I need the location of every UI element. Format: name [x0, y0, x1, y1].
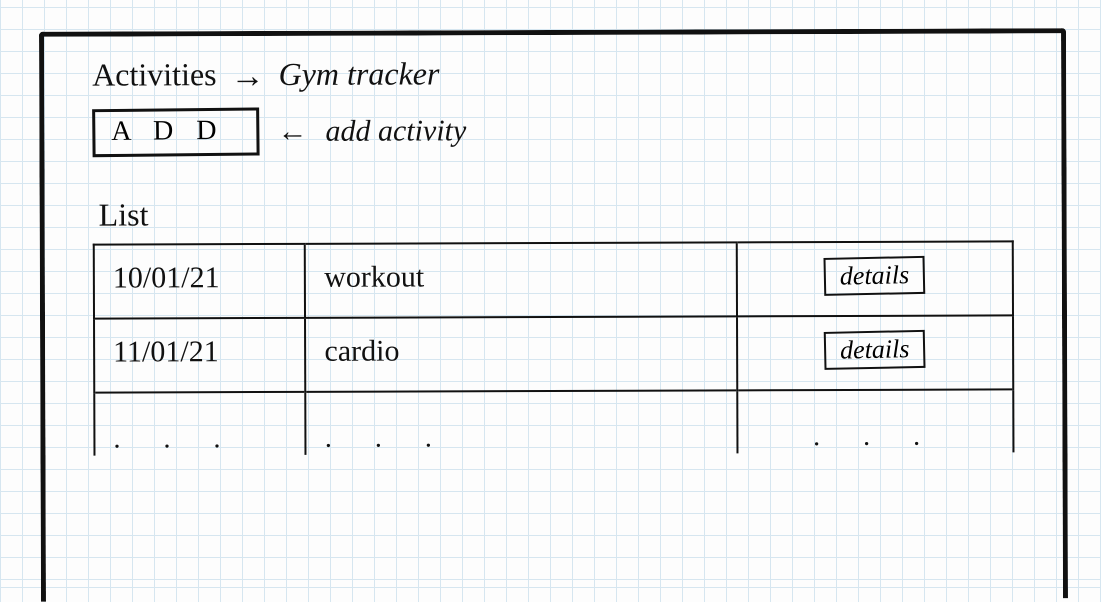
title-row: Activities → Gym tracker: [92, 53, 1013, 94]
table-row: 10/01/21 workout details: [94, 241, 1013, 318]
arrow-left-icon: ←: [277, 115, 307, 149]
add-row: A D D ← add activity: [92, 105, 1013, 156]
arrow-right-icon: →: [231, 58, 265, 96]
cell-name: cardio: [305, 316, 737, 392]
cell-ellipsis: . . .: [738, 389, 1014, 453]
cell-action: details: [737, 315, 1013, 390]
details-button[interactable]: details: [824, 256, 926, 296]
list-heading: List: [99, 193, 1014, 233]
add-annotation: add activity: [325, 114, 466, 148]
details-button[interactable]: details: [824, 330, 926, 370]
cell-date: 11/01/21: [94, 318, 306, 393]
cell-date: 10/01/21: [94, 244, 306, 319]
table-row-ellipsis: . . . . . . . . .: [94, 389, 1013, 455]
table-row: 11/01/21 cardio details: [94, 315, 1013, 392]
app-frame: Activities → Gym tracker A D D ← add act…: [39, 28, 1068, 602]
add-button[interactable]: A D D: [92, 107, 260, 157]
page-title: Activities: [92, 56, 217, 93]
cell-action: details: [737, 241, 1013, 316]
app-subtitle: Gym tracker: [279, 55, 440, 93]
cell-ellipsis: . . .: [306, 390, 738, 455]
cell-ellipsis: . . .: [94, 392, 306, 456]
activities-table: 10/01/21 workout details 11/01/21 cardio…: [93, 240, 1015, 455]
cell-name: workout: [305, 242, 737, 318]
